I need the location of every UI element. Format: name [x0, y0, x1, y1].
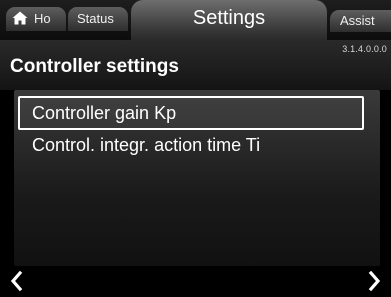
- tab-home[interactable]: Ho: [6, 7, 66, 31]
- tab-status[interactable]: Status: [68, 7, 128, 31]
- chevron-left-icon[interactable]: [7, 270, 27, 292]
- menu-item-integral-action-time[interactable]: Control. integr. action time Ti: [20, 130, 370, 160]
- tab-settings[interactable]: Settings: [131, 0, 327, 40]
- version-number: 3.1.4.0.0.0: [342, 44, 387, 54]
- tab-settings-label: Settings: [192, 7, 266, 29]
- display-screen: Ho Status Assist Settings 3.1.4.0.0.0 Co…: [0, 0, 391, 297]
- tab-assist-label: Assist: [340, 13, 375, 28]
- home-icon: [12, 11, 28, 25]
- tab-home-label: Ho: [34, 11, 51, 26]
- menu-item-label: Control. integr. action time Ti: [32, 135, 261, 155]
- tab-bar: Ho Status Assist Settings: [0, 0, 391, 40]
- chevron-right-icon[interactable]: [364, 270, 384, 292]
- tab-status-label: Status: [77, 11, 114, 26]
- page-title: Controller settings: [10, 56, 179, 77]
- bottom-nav-bar: [0, 268, 391, 297]
- menu-list: Controller gain Kp Control. integr. acti…: [14, 90, 380, 266]
- tab-assist[interactable]: Assist: [330, 10, 391, 32]
- menu-item-label: Controller gain Kp: [32, 103, 177, 123]
- menu-item-controller-gain[interactable]: Controller gain Kp: [18, 96, 364, 130]
